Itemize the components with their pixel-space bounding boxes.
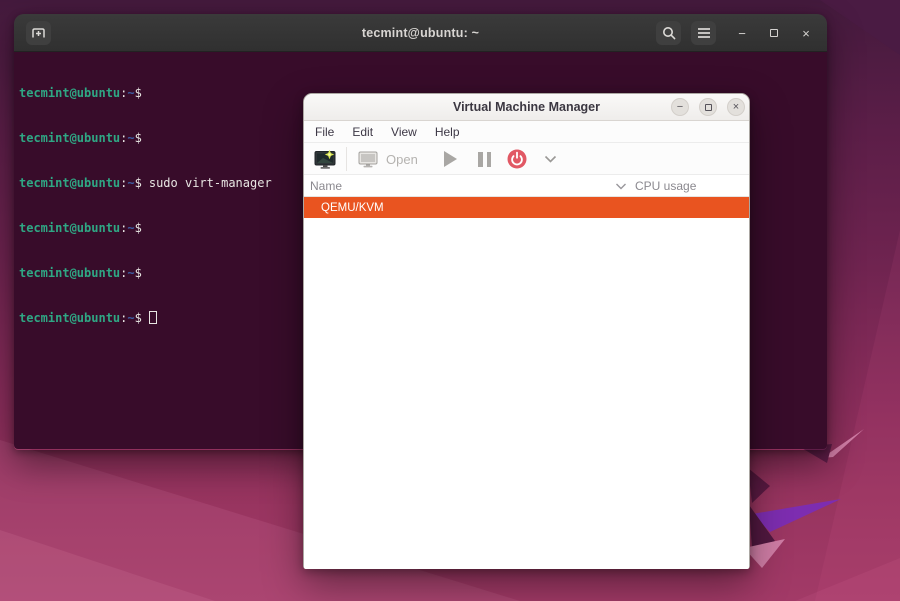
column-name[interactable]: Name <box>310 179 342 193</box>
terminal-cursor <box>149 311 157 324</box>
vmm-maximize-button[interactable] <box>699 98 717 116</box>
vmm-close-button[interactable]: × <box>727 98 745 116</box>
terminal-close-button[interactable]: × <box>796 24 816 42</box>
pause-icon <box>478 152 491 167</box>
connection-name: QEMU/KVM <box>321 202 384 214</box>
search-icon <box>661 25 677 41</box>
open-button[interactable]: Open <box>358 143 418 175</box>
power-icon <box>507 149 527 169</box>
vm-connection-row[interactable]: QEMU/KVM <box>304 197 749 218</box>
menu-help[interactable]: Help <box>426 125 469 139</box>
pause-vm-button[interactable] <box>478 143 491 175</box>
maximize-icon <box>770 29 778 37</box>
menu-file[interactable]: File <box>306 125 343 139</box>
run-vm-button[interactable] <box>444 143 457 175</box>
prompt-user: tecmint@ubuntu <box>19 311 120 325</box>
new-vm-icon <box>314 149 337 170</box>
chevron-down-icon <box>544 154 557 164</box>
monitor-icon <box>358 151 378 168</box>
desktop: tecmint@ubuntu: ~ − <box>0 0 900 601</box>
prompt-user: tecmint@ubuntu <box>19 266 120 280</box>
minimize-icon: − <box>677 102 683 113</box>
command-text: sudo virt-manager <box>149 176 272 190</box>
close-icon: × <box>802 26 810 41</box>
terminal-titlebar[interactable]: tecmint@ubuntu: ~ − <box>14 14 827 52</box>
vm-list-empty-area[interactable] <box>304 218 749 569</box>
prompt-user: tecmint@ubuntu <box>19 86 120 100</box>
sort-chevron-icon[interactable] <box>615 182 627 191</box>
prompt-user: tecmint@ubuntu <box>19 221 120 235</box>
terminal-maximize-button[interactable] <box>764 24 784 42</box>
prompt-user: tecmint@ubuntu <box>19 131 120 145</box>
maximize-icon <box>705 104 712 111</box>
menu-edit[interactable]: Edit <box>343 125 382 139</box>
vmm-titlebar[interactable]: Virtual Machine Manager − × <box>304 94 749 121</box>
vmm-minimize-button[interactable]: − <box>671 98 689 116</box>
menu-view[interactable]: View <box>382 125 426 139</box>
shutdown-vm-button[interactable] <box>507 143 527 175</box>
new-vm-button[interactable] <box>314 143 337 175</box>
open-button-label: Open <box>386 152 418 167</box>
play-icon <box>444 151 457 167</box>
terminal-search-button[interactable] <box>656 21 681 45</box>
vmm-toolbar: Open <box>304 143 749 175</box>
vmm-menubar: File Edit View Help <box>304 121 749 143</box>
shutdown-menu-button[interactable] <box>544 143 557 175</box>
toolbar-separator <box>346 147 347 171</box>
minimize-icon: − <box>738 26 746 41</box>
prompt-user: tecmint@ubuntu <box>19 176 120 190</box>
terminal-minimize-button[interactable]: − <box>732 24 752 42</box>
column-cpu-usage[interactable]: CPU usage <box>635 179 696 193</box>
terminal-menu-button[interactable] <box>691 21 716 45</box>
hamburger-icon <box>697 27 711 39</box>
close-icon: × <box>733 102 739 113</box>
vmm-window: Virtual Machine Manager − × File Edit Vi… <box>303 93 750 569</box>
vm-list-header[interactable]: Name CPU usage <box>304 175 749 197</box>
